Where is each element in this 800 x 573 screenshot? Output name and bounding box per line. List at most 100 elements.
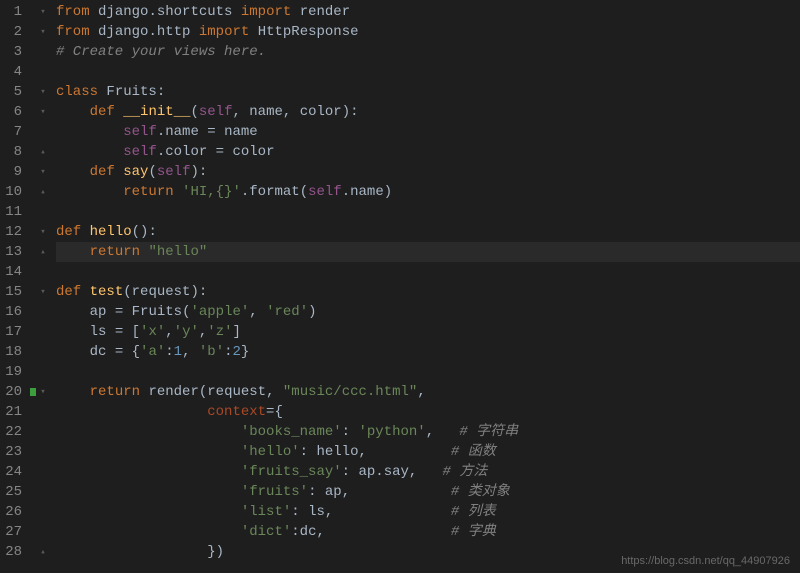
code-line[interactable]: 'hello': hello, # 函数 — [56, 442, 800, 462]
fold-spacer — [36, 302, 50, 322]
token-fn: test — [90, 284, 124, 300]
code-line[interactable] — [56, 202, 800, 222]
token-pun: , — [342, 484, 350, 500]
token-kw: import — [241, 4, 291, 20]
code-editor[interactable]: 1234567891011121314151617181920212223242… — [0, 0, 800, 573]
token-par: color — [300, 104, 342, 120]
fold-down-icon[interactable] — [36, 162, 50, 182]
fold-spacer — [36, 362, 50, 382]
code-line[interactable]: self.color = color — [56, 142, 800, 162]
vcs-gutter — [30, 0, 36, 573]
token-pun: , — [232, 104, 249, 120]
token-kw: from — [56, 4, 90, 20]
fold-spacer — [36, 42, 50, 62]
line-number: 22 — [4, 422, 22, 442]
fold-down-icon[interactable] — [36, 382, 50, 402]
token-kwarg: context — [207, 404, 266, 420]
code-line[interactable]: from django.http import HttpResponse — [56, 22, 800, 42]
line-number: 19 — [4, 362, 22, 382]
code-line[interactable]: 'dict':dc, # 字典 — [56, 522, 800, 542]
token-ident: name — [350, 184, 384, 200]
code-line[interactable] — [56, 362, 800, 382]
line-number: 23 — [4, 442, 22, 462]
code-line[interactable]: 'fruits': ap, # 类对象 — [56, 482, 800, 502]
token-pun: ): — [190, 164, 207, 180]
code-line[interactable]: return "hello" — [56, 242, 800, 262]
token-str: "music/ccc.html" — [283, 384, 417, 400]
token-pun: : — [291, 504, 308, 520]
fold-spacer — [36, 402, 50, 422]
token-op — [333, 504, 451, 520]
vcs-change-marker[interactable] — [30, 388, 36, 396]
token-str: 'HI,{}' — [182, 184, 241, 200]
token-kw: return — [90, 384, 140, 400]
fold-down-icon[interactable] — [36, 2, 50, 22]
line-number: 2 — [4, 22, 22, 42]
line-number: 21 — [4, 402, 22, 422]
token-slf: self — [199, 104, 233, 120]
code-line[interactable]: 'list': ls, # 列表 — [56, 502, 800, 522]
code-line[interactable]: from django.shortcuts import render — [56, 2, 800, 22]
token-pun: (): — [132, 224, 157, 240]
token-def: def — [90, 164, 115, 180]
code-line[interactable]: def __init__(self, name, color): — [56, 102, 800, 122]
fold-up-icon[interactable] — [36, 182, 50, 202]
token-cmt: # 类对象 — [451, 484, 510, 500]
token-ident: format — [249, 184, 299, 200]
token-pun: . — [342, 184, 350, 200]
token-ident: django — [98, 4, 148, 20]
fold-down-icon[interactable] — [36, 102, 50, 122]
fold-up-icon[interactable] — [36, 542, 50, 562]
code-line[interactable]: 'books_name': 'python', # 字符串 — [56, 422, 800, 442]
fold-down-icon[interactable] — [36, 22, 50, 42]
token-ident: dc — [90, 344, 107, 360]
code-line[interactable]: def say(self): — [56, 162, 800, 182]
token-ident: django — [98, 24, 148, 40]
fold-down-icon[interactable] — [36, 82, 50, 102]
token-pun: ( — [123, 284, 131, 300]
fold-up-icon[interactable] — [36, 242, 50, 262]
token-pun: : — [342, 464, 359, 480]
code-line[interactable]: 'fruits_say': ap.say, # 方法 — [56, 462, 800, 482]
fold-down-icon[interactable] — [36, 222, 50, 242]
token-pun: ( — [148, 164, 156, 180]
fold-spacer — [36, 482, 50, 502]
code-line[interactable]: return render(request, "music/ccc.html", — [56, 382, 800, 402]
fold-spacer — [36, 442, 50, 462]
fold-up-icon[interactable] — [36, 142, 50, 162]
token-op — [115, 164, 123, 180]
token-par: request — [132, 284, 191, 300]
code-line[interactable] — [56, 62, 800, 82]
token-str: 'red' — [266, 304, 308, 320]
code-line[interactable]: context={ — [56, 402, 800, 422]
token-ident: HttpResponse — [258, 24, 359, 40]
line-number: 13 — [4, 242, 22, 262]
token-pun: ( — [190, 104, 198, 120]
code-line[interactable]: def hello(): — [56, 222, 800, 242]
code-line[interactable]: ls = ['x','y','z'] — [56, 322, 800, 342]
line-number: 17 — [4, 322, 22, 342]
token-str: 'apple' — [190, 304, 249, 320]
code-area[interactable]: from django.shortcuts import renderfrom … — [50, 0, 800, 573]
token-str: 'a' — [140, 344, 165, 360]
code-line[interactable]: dc = {'a':1, 'b':2} — [56, 342, 800, 362]
token-pun: : — [224, 344, 232, 360]
token-pun: }) — [207, 544, 224, 560]
line-number: 5 — [4, 82, 22, 102]
code-line[interactable]: class Fruits: — [56, 82, 800, 102]
token-par: name — [249, 104, 283, 120]
fold-spacer — [36, 522, 50, 542]
code-line[interactable]: def test(request): — [56, 282, 800, 302]
token-str: 'y' — [174, 324, 199, 340]
code-line[interactable]: self.name = name — [56, 122, 800, 142]
code-line[interactable] — [56, 262, 800, 282]
token-pun: ] — [233, 324, 241, 340]
fold-down-icon[interactable] — [36, 282, 50, 302]
token-ident: render — [300, 4, 350, 20]
code-line[interactable]: # Create your views here. — [56, 42, 800, 62]
token-str: 'x' — [140, 324, 165, 340]
line-number: 14 — [4, 262, 22, 282]
code-line[interactable]: return 'HI,{}'.format(self.name) — [56, 182, 800, 202]
token-def: def — [56, 224, 81, 240]
code-line[interactable]: ap = Fruits('apple', 'red') — [56, 302, 800, 322]
